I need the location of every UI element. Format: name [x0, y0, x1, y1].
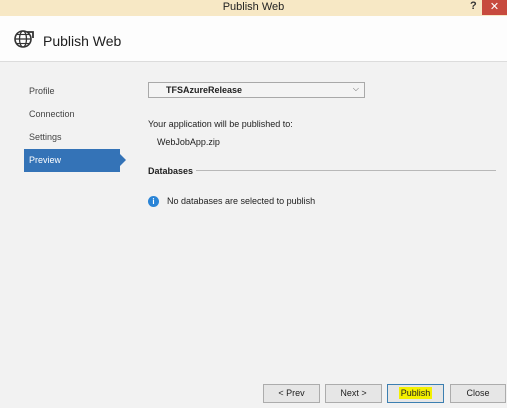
globe-publish-icon	[14, 30, 34, 48]
sidebar-item-settings[interactable]: Settings	[24, 126, 124, 149]
window-close-button[interactable]: ✕	[482, 0, 507, 15]
dialog-header: Publish Web	[0, 16, 507, 62]
close-button[interactable]: Close	[450, 384, 506, 403]
dialog-title: Publish Web	[43, 33, 122, 49]
publish-button[interactable]: Publish	[387, 384, 444, 403]
info-icon: i	[148, 196, 159, 207]
next-button[interactable]: Next >	[325, 384, 382, 403]
window-title-bar: Publish Web ? ✕	[0, 0, 507, 16]
section-divider	[196, 170, 496, 171]
databases-message: No databases are selected to publish	[167, 196, 316, 206]
chevron-down-icon: ⌵	[352, 84, 359, 93]
prev-button[interactable]: < Prev	[263, 384, 320, 403]
publish-button-label: Publish	[398, 387, 433, 399]
sidebar-item-preview[interactable]: Preview	[24, 149, 126, 172]
publish-target-value: WebJobApp.zip	[157, 137, 220, 147]
window-title: Publish Web	[222, 1, 285, 13]
databases-section-title: Databases	[148, 166, 194, 176]
sidebar-item-connection[interactable]: Connection	[24, 103, 124, 126]
profile-select-value: TFSAzureRelease	[166, 85, 243, 95]
help-button[interactable]: ?	[470, 0, 477, 12]
sidebar-nav: Profile Connection Settings Preview	[24, 80, 126, 172]
profile-select[interactable]: TFSAzureRelease ⌵	[148, 82, 365, 98]
publish-target-label: Your application will be published to:	[148, 119, 293, 129]
sidebar-item-profile[interactable]: Profile	[24, 80, 124, 103]
